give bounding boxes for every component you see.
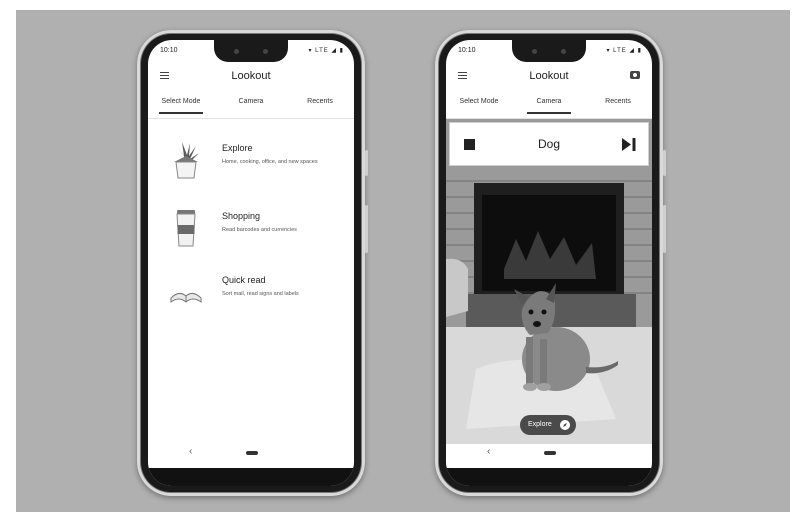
status-time: 10:10: [458, 47, 476, 54]
mode-shopping[interactable]: Shopping Read barcodes and currencies: [168, 208, 354, 258]
back-icon[interactable]: ‹: [487, 446, 490, 457]
notch: [512, 40, 586, 62]
tab-bar: Select Mode Camera Recents: [446, 98, 652, 119]
phone-camera: 10:10 ▾ LTE ◢ ▮ Lookout Select Mode Came…: [435, 30, 666, 496]
home-pill-icon[interactable]: [544, 451, 556, 455]
compass-icon: [560, 420, 570, 430]
tab-recents[interactable]: Recents: [588, 98, 648, 105]
mode-name: Quick read: [222, 275, 266, 285]
detection-banner: Dog: [449, 122, 649, 166]
tab-bar: Select Mode Camera Recents: [148, 98, 354, 119]
mode-quick-read[interactable]: Quick read Sort mail, read signs and lab…: [168, 272, 354, 322]
volume-button: [663, 150, 666, 176]
volume-button: [365, 150, 368, 176]
status-time: 10:10: [160, 47, 178, 54]
skip-next-icon[interactable]: [622, 138, 636, 151]
tab-camera[interactable]: Camera: [519, 98, 579, 114]
explore-mode-chip[interactable]: Explore: [520, 415, 576, 435]
mode-explore[interactable]: Explore Home, cooking, office, and new s…: [168, 140, 354, 190]
navigation-bar: ‹: [446, 444, 652, 466]
mode-description: Read barcodes and currencies: [222, 227, 297, 233]
book-icon: [170, 292, 202, 303]
mode-description: Home, cooking, office, and new spaces: [222, 159, 318, 165]
tab-recents[interactable]: Recents: [290, 98, 350, 105]
screen: 10:10 ▾ LTE ◢ ▮ Lookout Select Mode Came…: [446, 40, 652, 486]
mode-name: Shopping: [222, 211, 261, 221]
camera-icon[interactable]: [630, 71, 640, 79]
screen: 10:10 ▾ LTE ◢ ▮ Lookout Select Mode Came…: [148, 40, 354, 486]
camera-scene: [446, 119, 652, 444]
power-button: [365, 205, 368, 253]
app-title: Lookout: [231, 70, 271, 82]
notch: [214, 40, 288, 62]
status-icons: ▾ LTE ◢ ▮: [308, 48, 344, 54]
mode-name: Explore: [222, 143, 253, 153]
phone-select-mode: 10:10 ▾ LTE ◢ ▮ Lookout Select Mode Came…: [137, 30, 368, 496]
camera-viewfinder: Dog Explore: [446, 119, 652, 444]
coffee-cup-icon: [176, 210, 196, 247]
background-panel: [16, 10, 790, 512]
tab-select-mode[interactable]: Select Mode: [449, 98, 509, 105]
app-title: Lookout: [529, 70, 569, 82]
explore-chip-label: Explore: [528, 421, 552, 428]
bottom-bezel: [446, 468, 652, 486]
tab-camera[interactable]: Camera: [221, 98, 281, 105]
mode-description: Sort mail, read signs and labels: [222, 291, 299, 297]
tab-select-mode[interactable]: Select Mode: [151, 98, 211, 114]
detected-object-label: Dog: [537, 137, 560, 151]
status-icons: ▾ LTE ◢ ▮: [606, 48, 642, 54]
bottom-bezel: [148, 468, 354, 486]
plant-icon: [174, 142, 199, 179]
home-pill-icon[interactable]: [246, 451, 258, 455]
power-button: [663, 205, 666, 253]
navigation-bar: ‹: [148, 444, 354, 466]
back-icon[interactable]: ‹: [189, 446, 192, 457]
